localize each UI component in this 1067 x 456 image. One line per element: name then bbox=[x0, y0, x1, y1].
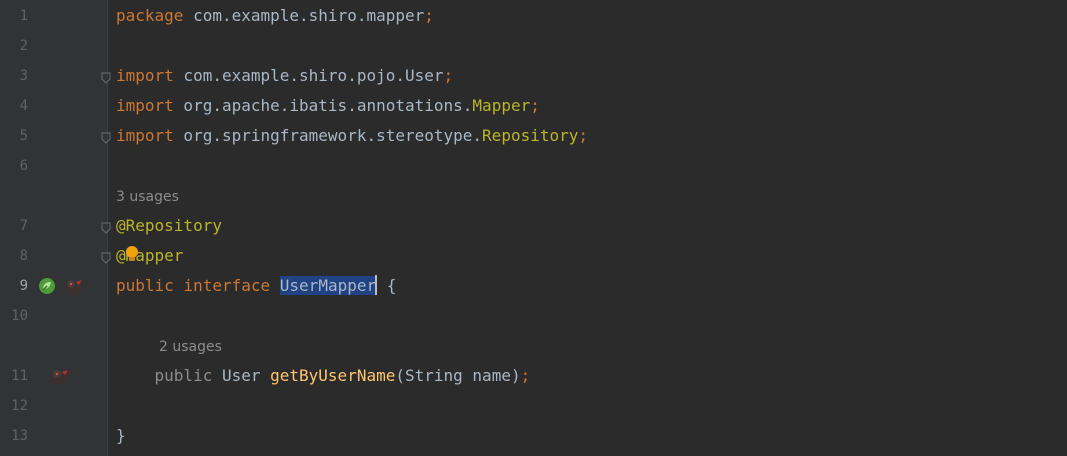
line-number: 9 bbox=[19, 278, 28, 294]
code-line[interactable]: 10 bbox=[0, 301, 1067, 331]
line-number: 7 bbox=[19, 218, 28, 234]
code-token: ; bbox=[424, 6, 434, 25]
code-token: { bbox=[377, 276, 397, 295]
code-text[interactable]: public User getByUserName(String name); bbox=[116, 365, 531, 387]
inlay-hint-row: 2 usages bbox=[0, 331, 1067, 361]
code-token: org.springframework.stereotype. bbox=[173, 126, 483, 145]
line-number: 2 bbox=[19, 38, 28, 54]
line-number: 3 bbox=[19, 68, 28, 84]
code-line[interactable]: 2 bbox=[0, 31, 1067, 61]
code-line[interactable]: 6 bbox=[0, 151, 1067, 181]
code-line[interactable]: 8 @Mapper bbox=[0, 241, 1067, 271]
fold-marker-icon[interactable] bbox=[101, 219, 111, 234]
line-number: 6 bbox=[19, 158, 28, 174]
fold-marker-icon[interactable] bbox=[101, 129, 111, 144]
code-text[interactable]: package com.example.shiro.mapper; bbox=[116, 5, 434, 27]
code-text[interactable]: import org.springframework.stereotype.Re… bbox=[116, 125, 588, 147]
line-number: 5 bbox=[19, 128, 28, 144]
code-token: getByUserName bbox=[270, 366, 396, 385]
usages-hint[interactable]: 3 usages bbox=[116, 188, 179, 206]
code-line[interactable]: 12 bbox=[0, 391, 1067, 421]
code-text[interactable]: import com.example.shiro.pojo.User; bbox=[116, 65, 453, 87]
line-number: 1 bbox=[19, 8, 28, 24]
code-token: ; bbox=[520, 366, 531, 385]
fold-marker-icon[interactable] bbox=[101, 69, 111, 84]
code-line[interactable]: 4 import org.apache.ibatis.annotations.Ma… bbox=[0, 91, 1067, 121]
code-text[interactable]: } bbox=[116, 425, 126, 447]
code-editor[interactable]: 1 package com.example.shiro.mapper; 2 3 impo… bbox=[0, 0, 1067, 456]
code-token: import bbox=[116, 126, 174, 145]
code-token: ; bbox=[530, 96, 540, 115]
code-text[interactable]: @Repository bbox=[116, 215, 222, 237]
usages-hint[interactable]: 2 usages bbox=[159, 338, 222, 356]
code-token: Mapper bbox=[472, 96, 531, 115]
selected-identifier: UserMapper bbox=[279, 276, 377, 295]
code-line[interactable]: 11 public User getByUserName(String name… bbox=[0, 361, 1067, 391]
line-number: 13 bbox=[11, 428, 28, 444]
line-number: 4 bbox=[19, 98, 28, 114]
code-token: User bbox=[212, 366, 271, 385]
code-token: (String name) bbox=[395, 366, 521, 385]
line-number: 8 bbox=[19, 248, 28, 264]
code-token: Repository bbox=[482, 126, 579, 145]
code-token: com.example.shiro.mapper bbox=[183, 6, 425, 25]
code-token: import bbox=[116, 96, 174, 115]
code-token: @Repository bbox=[116, 216, 222, 235]
code-line[interactable]: 1 package com.example.shiro.mapper; bbox=[0, 1, 1067, 31]
code-token: com.example.shiro.pojo.User bbox=[173, 66, 444, 85]
code-token: public bbox=[116, 276, 174, 295]
code-token: public bbox=[154, 366, 213, 385]
spring-bean-icon[interactable] bbox=[37, 276, 57, 296]
code-text[interactable]: import org.apache.ibatis.annotations.Map… bbox=[116, 95, 540, 117]
code-token: ; bbox=[578, 126, 589, 145]
line-number: 12 bbox=[11, 398, 28, 414]
code-token: ; bbox=[443, 66, 454, 85]
line-number: 11 bbox=[11, 368, 28, 384]
code-token: interface bbox=[183, 276, 271, 295]
fold-marker-icon[interactable] bbox=[101, 249, 111, 264]
mybatis-method-icon[interactable] bbox=[50, 366, 70, 386]
code-line[interactable]: 7 @Repository bbox=[0, 211, 1067, 241]
code-line[interactable]: 5 import org.springframework.stereotype.R… bbox=[0, 121, 1067, 151]
code-line[interactable]: 13} bbox=[0, 421, 1067, 451]
code-token: } bbox=[116, 426, 126, 445]
code-line[interactable]: 9 public interface UserMapper { bbox=[0, 271, 1067, 301]
code-line[interactable]: 3 import com.example.shiro.pojo.User; bbox=[0, 61, 1067, 91]
line-number: 10 bbox=[11, 308, 28, 324]
code-token: import bbox=[116, 66, 174, 85]
code-text[interactable]: public interface UserMapper { bbox=[116, 275, 396, 297]
mybatis-mapper-icon[interactable] bbox=[64, 276, 84, 296]
intention-bulb-icon[interactable] bbox=[125, 245, 139, 263]
code-token: org.apache.ibatis.annotations. bbox=[173, 96, 473, 115]
code-token: package bbox=[116, 6, 184, 25]
inlay-hint-row: 3 usages bbox=[0, 181, 1067, 211]
